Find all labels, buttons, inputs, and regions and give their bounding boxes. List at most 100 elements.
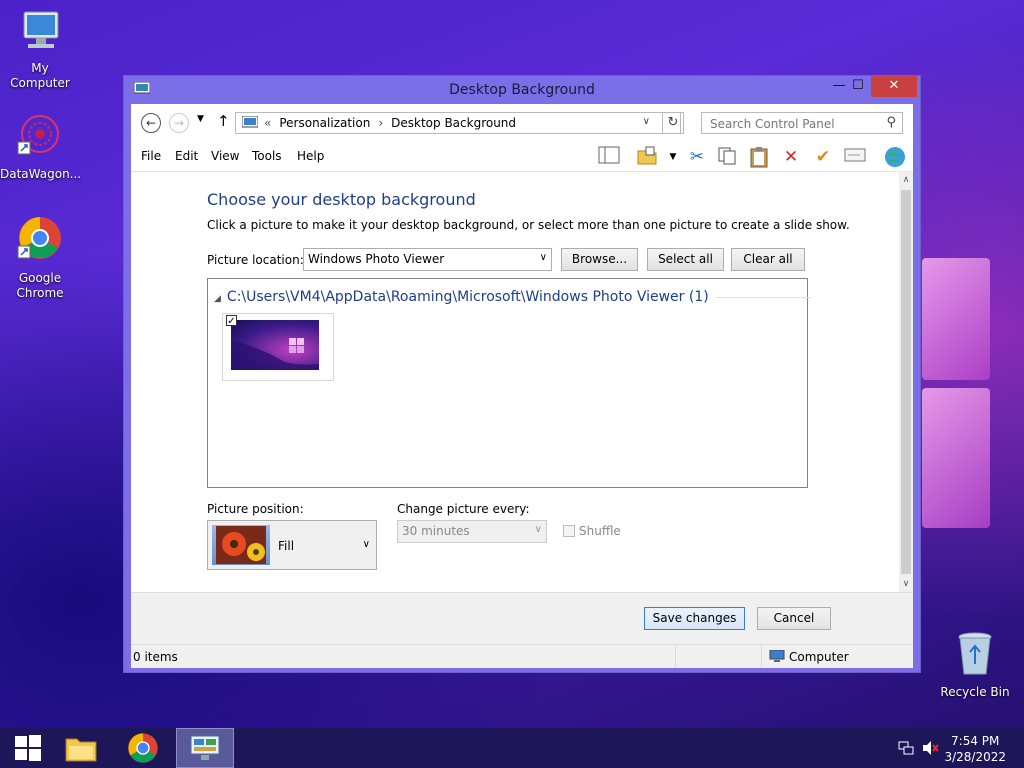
desktop-icon-label: My Computer — [10, 61, 70, 90]
shuffle-label: Shuffle — [579, 524, 621, 538]
menu-view[interactable]: View — [211, 149, 239, 163]
scroll-up-icon[interactable]: ∧ — [899, 175, 913, 185]
desktop-icon-recycle-bin[interactable]: Recycle Bin — [935, 630, 1015, 700]
maximize-button[interactable]: ☐ — [843, 76, 873, 97]
menu-tools[interactable]: Tools — [252, 149, 282, 163]
breadcrumb-personalization[interactable]: Personalization — [279, 116, 370, 130]
control-panel-icon — [242, 116, 258, 128]
control-panel-icon — [190, 735, 220, 760]
properties-check-icon[interactable]: ✔ — [811, 146, 835, 168]
search-icon[interactable]: ⚲ — [886, 115, 896, 130]
position-preview-icon — [212, 525, 270, 565]
volume-muted-icon[interactable] — [922, 740, 940, 759]
chevron-down-icon: ∨ — [362, 539, 370, 550]
window-title: Desktop Background — [449, 82, 595, 98]
menu-help[interactable]: Help — [297, 149, 324, 163]
taskbar: 7:54 PM 3/28/2022 — [0, 728, 1024, 768]
address-overflow-icon[interactable]: « — [264, 116, 271, 130]
change-picture-label: Change picture every: — [397, 502, 530, 516]
change-picture-select[interactable]: 30 minutes ∨ — [397, 520, 547, 543]
desktop-icon-google-chrome[interactable]: Google Chrome — [0, 216, 80, 301]
back-arrow-icon[interactable]: ← — [141, 113, 161, 133]
computer-icon — [0, 10, 80, 58]
desktop-icon-label: Google Chrome — [16, 271, 64, 300]
menu-bar: File Edit View Tools Help ▼ ✂ ✕ ✔ — [131, 141, 913, 172]
taskbar-chrome[interactable] — [115, 728, 171, 768]
picture-location-value: Windows Photo Viewer — [308, 252, 445, 266]
forward-arrow-icon[interactable]: → — [169, 113, 189, 133]
start-button[interactable] — [0, 728, 56, 768]
taskbar-control-panel[interactable] — [176, 728, 234, 768]
desktop-icon-label: DataWagon... — [0, 167, 82, 181]
desktop-background-window[interactable]: Desktop Background — ☐ ✕ ← → ▼ ↑ « Perso… — [123, 75, 921, 673]
page-description: Click a picture to make it your desktop … — [207, 218, 850, 232]
picture-list: ◢ C:\Users\VM4\AppData\Roaming\Microsoft\… — [207, 278, 811, 488]
address-bar-toggle-icon[interactable] — [843, 146, 867, 168]
layout-pane-icon[interactable] — [597, 146, 621, 168]
clear-all-button[interactable]: Clear all — [731, 248, 805, 271]
browse-button[interactable]: Browse... — [561, 248, 638, 271]
breadcrumb-separator-icon: › — [378, 116, 384, 130]
folder-icon — [65, 738, 97, 762]
globe-icon[interactable] — [883, 146, 907, 168]
up-arrow-icon[interactable]: ↑ — [217, 112, 230, 130]
recent-pages-chevron-icon[interactable]: ▼ — [197, 114, 204, 124]
scrollbar-thumb[interactable] — [901, 190, 911, 574]
vertical-scrollbar[interactable]: ∧ ∨ — [899, 172, 913, 592]
network-icon[interactable] — [898, 740, 914, 759]
picture-location-label: Picture location: — [207, 253, 304, 267]
change-picture-value: 30 minutes — [402, 524, 470, 538]
windows-logo-icon — [15, 735, 41, 761]
taskbar-file-explorer[interactable] — [53, 728, 109, 768]
search-input[interactable]: Search Control Panel ⚲ — [701, 112, 903, 134]
address-bar[interactable]: « Personalization › Desktop Background ∨ — [235, 112, 681, 134]
picture-position-value: Fill — [278, 539, 295, 553]
copy-icon[interactable] — [715, 146, 739, 168]
cut-icon[interactable]: ✂ — [685, 146, 709, 168]
window-client: ← → ▼ ↑ « Personalization › Desktop Back… — [131, 104, 913, 668]
close-button[interactable]: ✕ — [871, 76, 917, 97]
desktop-icon-my-computer[interactable]: My Computer — [0, 10, 80, 91]
clock-date: 3/28/2022 — [944, 750, 1006, 764]
paste-icon[interactable] — [747, 146, 771, 168]
clock-time: 7:54 PM — [951, 734, 1000, 748]
menu-file[interactable]: File — [141, 149, 161, 163]
select-all-button[interactable]: Select all — [647, 248, 724, 271]
scroll-down-icon[interactable]: ∨ — [899, 579, 913, 589]
search-placeholder: Search Control Panel — [710, 117, 835, 131]
folder-options-chevron-icon[interactable]: ▼ — [661, 146, 685, 168]
picture-position-select[interactable]: Fill ∨ — [207, 520, 377, 570]
datawagon-icon — [0, 112, 80, 164]
wallpaper-windows-logo — [922, 258, 992, 530]
chevron-down-icon: ∨ — [539, 252, 547, 263]
computer-icon — [769, 650, 785, 662]
system-clock[interactable]: 7:54 PM 3/28/2022 — [944, 733, 1006, 765]
desktop-icon-datawagon[interactable]: DataWagon... — [0, 112, 82, 182]
item-count: 0 items — [133, 650, 178, 664]
cancel-button[interactable]: Cancel — [757, 607, 831, 630]
picture-position-label: Picture position: — [207, 502, 304, 516]
breadcrumb-desktop-background[interactable]: Desktop Background — [391, 116, 516, 130]
shuffle-checkbox[interactable] — [563, 525, 575, 537]
recycle-bin-icon — [935, 630, 1015, 682]
wallpaper-thumbnail[interactable]: ✓ — [222, 313, 334, 381]
content-area: Choose your desktop background Click a p… — [131, 172, 899, 592]
collapse-triangle-icon[interactable]: ◢ — [214, 294, 221, 304]
status-location: Computer — [789, 650, 849, 664]
address-dropdown-chevron-icon[interactable]: ∨ — [643, 116, 650, 127]
picture-location-select[interactable]: Windows Photo Viewer ∨ — [303, 248, 552, 271]
folder-options-icon[interactable] — [635, 146, 659, 168]
save-changes-button[interactable]: Save changes — [644, 607, 745, 630]
title-bar[interactable]: Desktop Background — ☐ ✕ — [124, 76, 920, 104]
navigation-bar: ← → ▼ ↑ « Personalization › Desktop Back… — [131, 104, 913, 141]
delete-icon[interactable]: ✕ — [779, 146, 803, 168]
thumbnail-checkbox[interactable]: ✓ — [226, 315, 237, 327]
folder-group-header[interactable]: ◢ C:\Users\VM4\AppData\Roaming\Microsoft\… — [214, 289, 811, 305]
menu-edit[interactable]: Edit — [175, 149, 198, 163]
refresh-icon[interactable]: ↻ — [662, 112, 684, 134]
status-bar: 0 items Computer — [131, 644, 913, 668]
dialog-footer: Save changes Cancel — [131, 592, 913, 644]
page-title: Choose your desktop background — [207, 190, 476, 209]
desktop-icon-label: Recycle Bin — [940, 685, 1010, 699]
chrome-icon — [128, 733, 158, 763]
